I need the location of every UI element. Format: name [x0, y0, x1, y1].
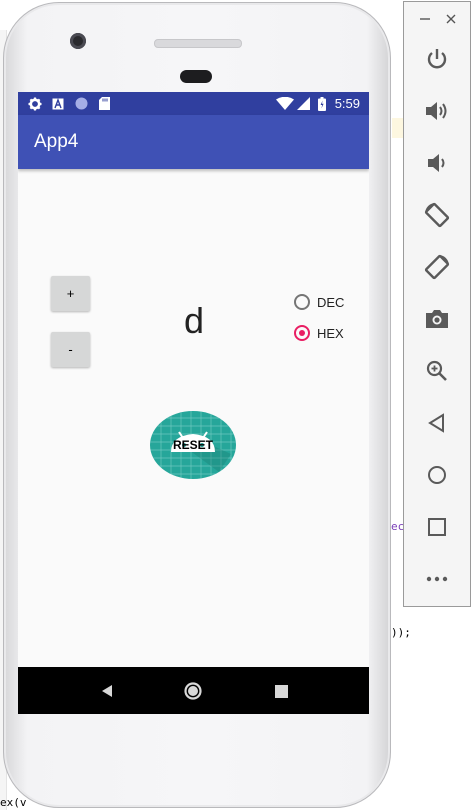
- home-icon[interactable]: [422, 460, 452, 490]
- radio-dec-label[interactable]: DEC: [317, 295, 344, 310]
- radio-hex-circle[interactable]: [294, 325, 310, 341]
- zoom-icon[interactable]: [422, 356, 452, 386]
- emulator-window: ec )); ex(v 5:59 App4 + - d DEC HEX RESE…: [0, 0, 476, 810]
- radio-dec-circle[interactable]: [294, 294, 310, 310]
- minimize-icon[interactable]: [418, 12, 432, 26]
- phone-screen: 5:59 App4 + - d DEC HEX RESET: [18, 92, 369, 714]
- power-icon[interactable]: [422, 44, 452, 74]
- emulator-toolbar: [403, 1, 471, 607]
- nav-back-icon[interactable]: [96, 680, 118, 702]
- sd-card-icon: [98, 97, 110, 110]
- rotate-right-icon[interactable]: [422, 252, 452, 282]
- volume-down-icon[interactable]: [422, 148, 452, 178]
- app-title: App4: [34, 131, 79, 152]
- nav-home-icon[interactable]: [182, 680, 204, 702]
- radio-hex-label[interactable]: HEX: [317, 326, 344, 341]
- status-time: 5:59: [334, 96, 360, 111]
- radio-hex[interactable]: HEX: [294, 322, 344, 344]
- earpiece-speaker: [154, 39, 242, 48]
- signal-icon: [296, 97, 310, 110]
- proximity-sensor: [180, 70, 212, 83]
- wifi-icon: [276, 97, 294, 110]
- status-bar: 5:59: [18, 92, 369, 115]
- value-display: d: [183, 300, 205, 341]
- more-icon[interactable]: [422, 564, 452, 594]
- reset-button[interactable]: RESET: [149, 410, 237, 480]
- overview-icon[interactable]: [422, 512, 452, 542]
- increment-button[interactable]: +: [51, 276, 90, 311]
- battery-icon: [317, 96, 326, 111]
- front-camera-icon: [70, 33, 86, 49]
- volume-up-icon[interactable]: [422, 96, 452, 126]
- nav-recents-icon[interactable]: [270, 680, 292, 702]
- circle-icon: [74, 97, 88, 110]
- decrement-button[interactable]: -: [51, 332, 90, 367]
- radio-dec[interactable]: DEC: [294, 291, 344, 313]
- close-icon[interactable]: [444, 12, 458, 26]
- navigation-bar: [18, 667, 369, 714]
- camera-icon[interactable]: [422, 304, 452, 334]
- gear-icon: [28, 97, 42, 110]
- ide-code-fragment: ));: [391, 626, 411, 639]
- app-bar: App4: [18, 115, 369, 169]
- rotate-left-icon[interactable]: [422, 200, 452, 230]
- a-badge-icon: [52, 97, 64, 110]
- ide-code-fragment: ex(v: [0, 796, 27, 809]
- back-icon[interactable]: [422, 408, 452, 438]
- reset-label[interactable]: RESET: [149, 438, 237, 452]
